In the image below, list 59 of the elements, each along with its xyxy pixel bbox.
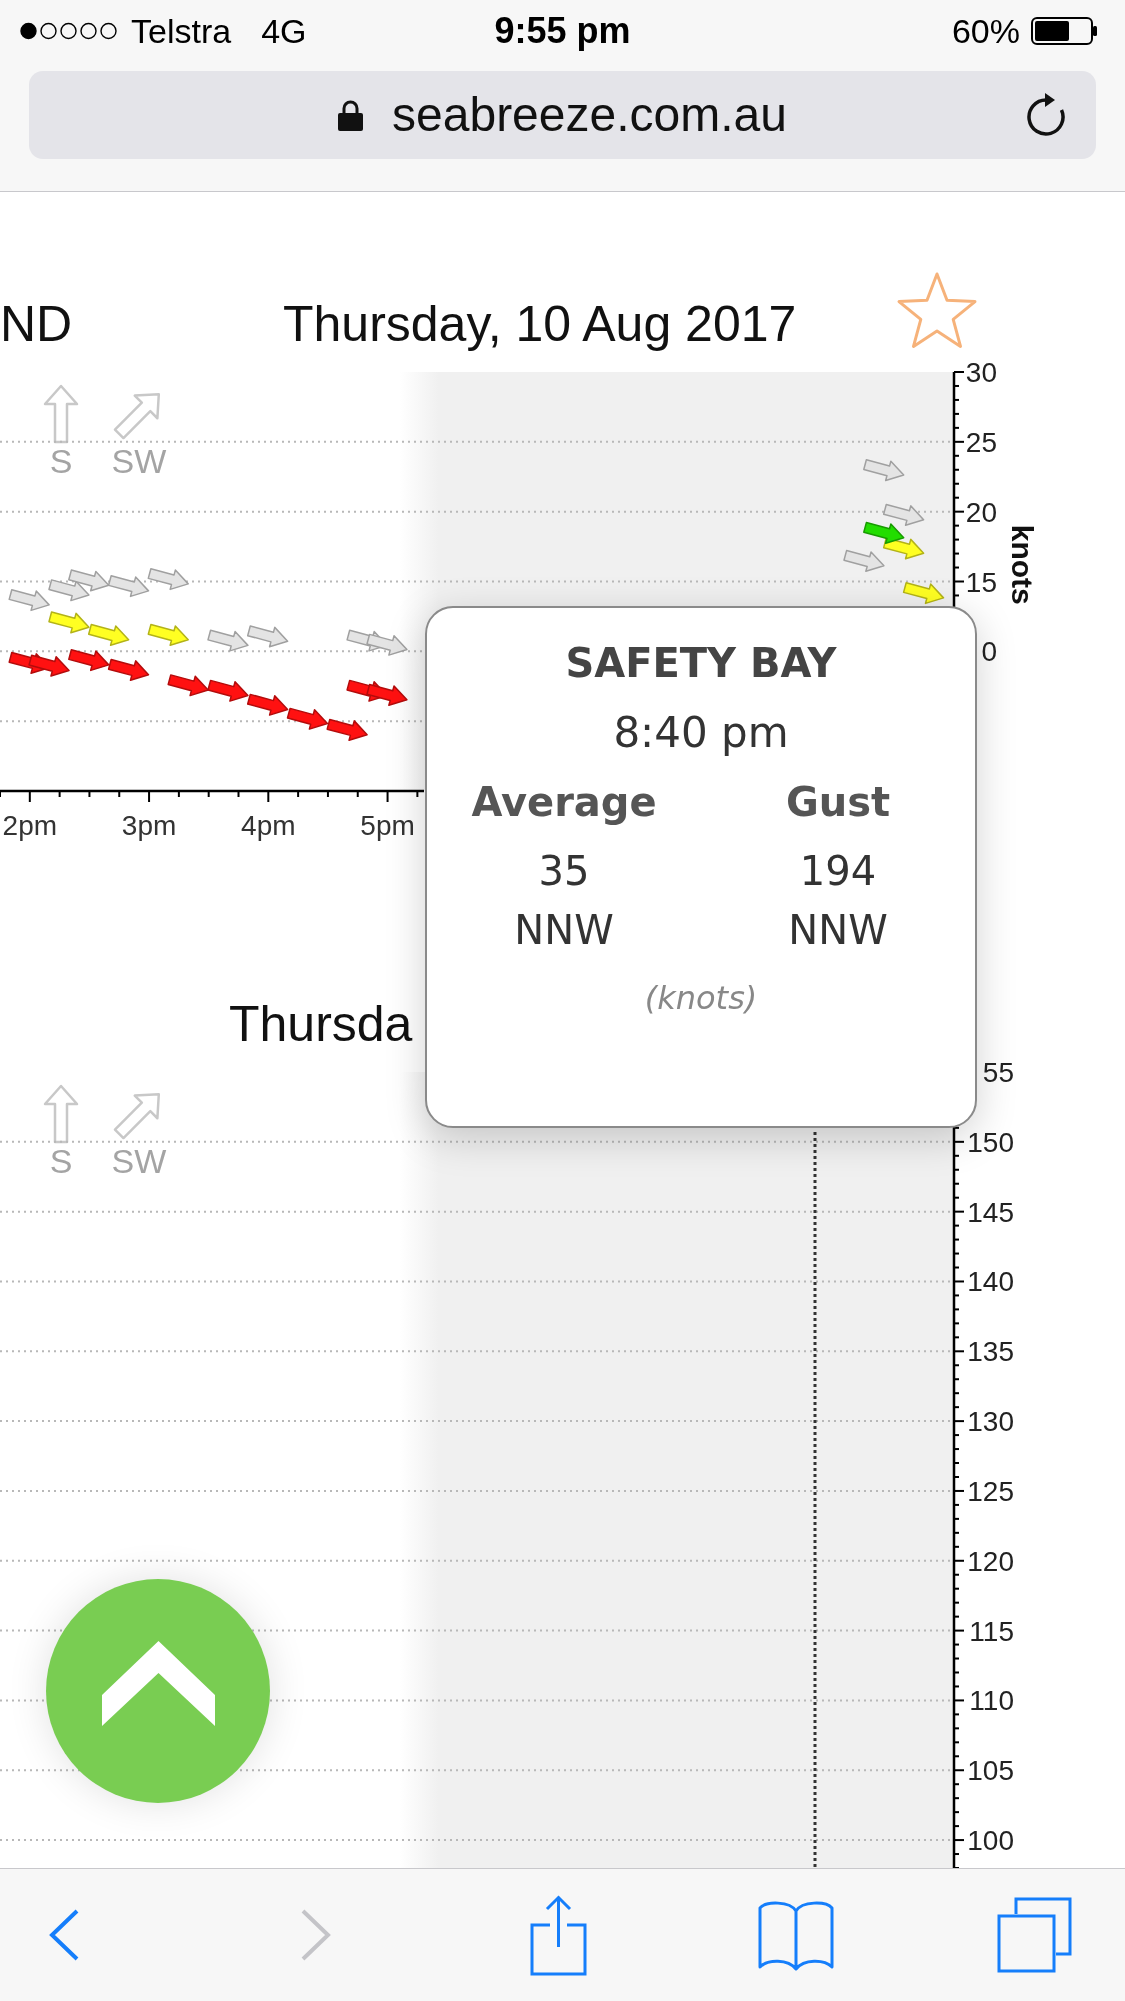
y-tick-label: 125 — [967, 1475, 1014, 1507]
chevron-up-icon — [101, 1641, 215, 1726]
y-tick-label: 0 — [981, 636, 997, 668]
x-tick-label: 4pm — [241, 810, 296, 841]
y-tick-label: 110 — [969, 1685, 1014, 1717]
direction-label: S — [49, 442, 73, 480]
x-tick-label: 3pm — [121, 810, 177, 841]
chart-side-label: ND — [0, 296, 73, 352]
direction-arrow-icon — [43, 384, 79, 444]
y-tick-label: 135 — [967, 1336, 1014, 1368]
lock-icon — [338, 99, 364, 131]
book-icon — [758, 1899, 834, 1971]
x-tick-label: 5pm — [360, 810, 415, 841]
tabs-icon — [996, 1897, 1072, 1973]
reload-icon — [1026, 93, 1066, 137]
chart-date-title: Thursday, 10 Aug 2017 — [283, 296, 797, 352]
y-tick-label: 145 — [967, 1196, 1014, 1228]
battery-percentage: 60% — [951, 10, 1020, 52]
direction-arrow-icon — [43, 1084, 79, 1144]
y-tick-label: 115 — [969, 1615, 1014, 1647]
chevron-right-icon — [301, 1909, 331, 1961]
address-bar[interactable]: seabreeze.com.au — [29, 71, 1096, 159]
direction-arrow-icon — [113, 1092, 161, 1140]
station-name: SAFETY BAY — [565, 639, 837, 688]
y-tick-label: 15 — [965, 566, 997, 598]
signal-strength-icon — [20, 22, 117, 40]
share-icon — [529, 1894, 587, 1976]
column-heading: Gust — [785, 778, 891, 827]
y-tick-label: 105 — [967, 1755, 1014, 1787]
y-tick-label: 25 — [965, 426, 997, 458]
y-axis-title: knots — [1006, 524, 1039, 605]
wind-speed: 194 — [799, 847, 877, 896]
chevron-left-icon — [49, 1909, 79, 1961]
wind-direction: NNW — [514, 906, 614, 955]
y-tick-label: 130 — [967, 1406, 1014, 1438]
y-tick-label: 55 — [982, 1057, 1014, 1088]
reading-time: 8:40 pm — [613, 707, 789, 759]
y-tick-label: 30 — [965, 357, 997, 388]
wind-speed: 35 — [538, 847, 590, 896]
direction-label: S — [49, 1142, 73, 1180]
direction-label: SW — [111, 1142, 167, 1180]
url-text: seabreeze.com.au — [392, 87, 787, 143]
carrier-name: Telstra — [131, 10, 232, 52]
y-tick-label: 100 — [967, 1825, 1014, 1857]
y-tick-label: 120 — [967, 1545, 1014, 1577]
status-time: 9:55 pm — [494, 9, 631, 53]
direction-arrow-icon — [113, 392, 161, 440]
favorite-star-icon[interactable] — [897, 272, 977, 348]
wind-direction: NNW — [788, 906, 888, 955]
chart-date-title: Thursda — [229, 996, 413, 1052]
column-heading: Average — [471, 778, 657, 827]
network-type: 4G — [261, 10, 307, 52]
y-tick-label: 20 — [965, 496, 997, 528]
direction-label: SW — [111, 442, 167, 480]
x-tick-label: 2pm — [2, 810, 58, 841]
y-tick-label: 150 — [967, 1126, 1014, 1158]
unit-label: (knots) — [644, 978, 758, 1019]
battery-icon — [1031, 17, 1098, 45]
y-tick-label: 140 — [967, 1266, 1014, 1298]
